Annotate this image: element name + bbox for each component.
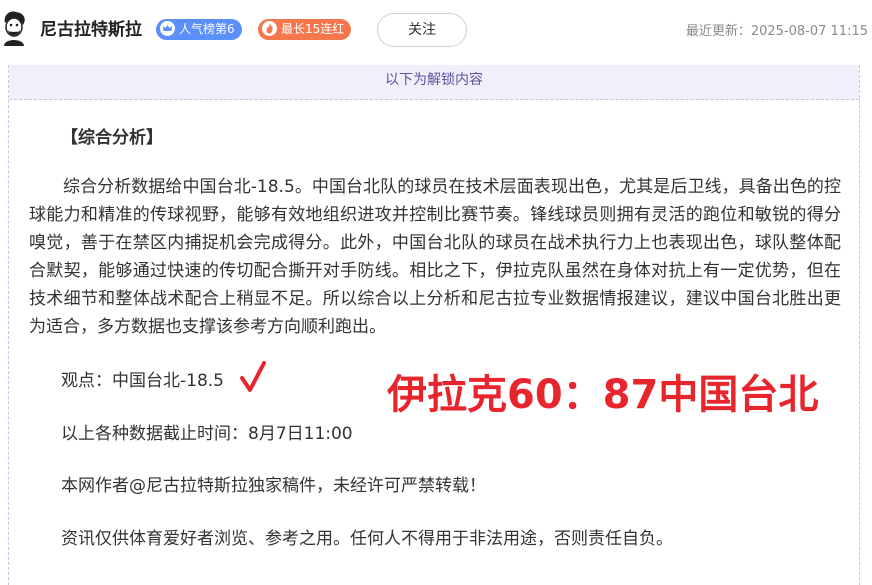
copyright-notice: 本网作者@尼古拉特斯拉独家稿件，未经许可严禁转载！	[61, 476, 486, 496]
analysis-paragraph: 综合分析数据给中国台北-18.5。中国台北队的球员在技术层面表现出色，尤其是后卫…	[29, 177, 841, 337]
streak-badge: 最长15连红	[258, 19, 352, 40]
section-title: 【综合分析】	[61, 128, 163, 148]
rank-badge: 人气榜第6	[156, 19, 242, 40]
follow-button[interactable]: 关注	[377, 13, 467, 47]
check-mark-icon	[240, 361, 266, 392]
viewpoint: 观点：中国台北-18.5	[61, 371, 224, 391]
disclaimer: 资讯仅供体育爱好者浏览、参考之用。任何人不得用于非法用途，否则责任自负。	[61, 529, 673, 549]
last-updated: 最近更新：2025-08-07 11:15	[686, 20, 868, 39]
data-cutoff: 以上各种数据截止时间：8月7日11:00	[61, 424, 353, 444]
rank-badge-label: 人气榜第6	[179, 22, 235, 36]
streak-badge-label: 最长15连红	[281, 22, 345, 36]
crown-icon	[160, 21, 175, 36]
result-overlay: 伊拉克60：87中国台北	[387, 372, 819, 418]
avatar[interactable]	[0, 10, 28, 46]
flame-icon	[262, 21, 277, 36]
author-name[interactable]: 尼古拉特斯拉	[40, 17, 142, 43]
last-updated-label: 最近更新：	[685, 24, 751, 39]
unlocked-content-panel: 以下为解锁内容 【综合分析】 综合分析数据给中国台北-18.5。中国台北队的球员…	[8, 65, 860, 585]
article-body: 【综合分析】 综合分析数据给中国台北-18.5。中国台北队的球员在技术层面表现出…	[29, 123, 841, 341]
unlock-notice: 以下为解锁内容	[9, 65, 859, 100]
author-header: 尼古拉特斯拉 人气榜第6 最长15连红 关注 最近更新：2025-08-07 1…	[0, 0, 872, 62]
last-updated-time: 2025-08-07 11:15	[750, 24, 868, 39]
